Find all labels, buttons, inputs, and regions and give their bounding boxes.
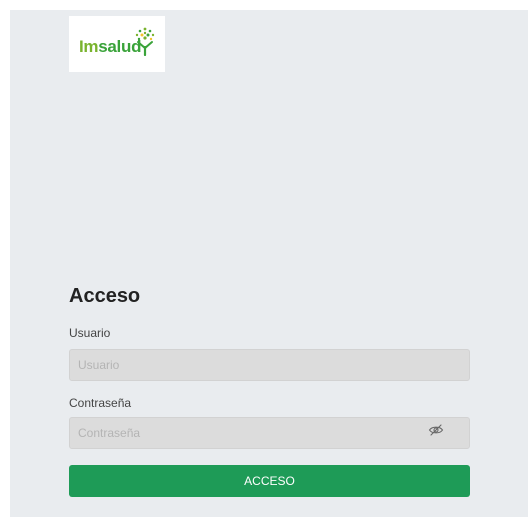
page-title: Acceso bbox=[69, 285, 141, 307]
tree-person-icon bbox=[135, 27, 155, 56]
logo-text-im: Im bbox=[79, 37, 99, 56]
login-submit-button[interactable]: ACCESO bbox=[69, 465, 470, 497]
password-label: Contraseña bbox=[69, 396, 132, 410]
logo: Imsalud bbox=[69, 16, 165, 72]
eye-slash-icon[interactable] bbox=[428, 422, 444, 438]
password-input[interactable] bbox=[69, 417, 470, 449]
username-label: Usuario bbox=[69, 326, 111, 340]
username-input[interactable] bbox=[69, 349, 470, 381]
logo-wordmark: Imsalud bbox=[79, 37, 141, 57]
login-panel: Imsalud Acceso Usuario Contraseña ACCESO bbox=[10, 10, 528, 517]
